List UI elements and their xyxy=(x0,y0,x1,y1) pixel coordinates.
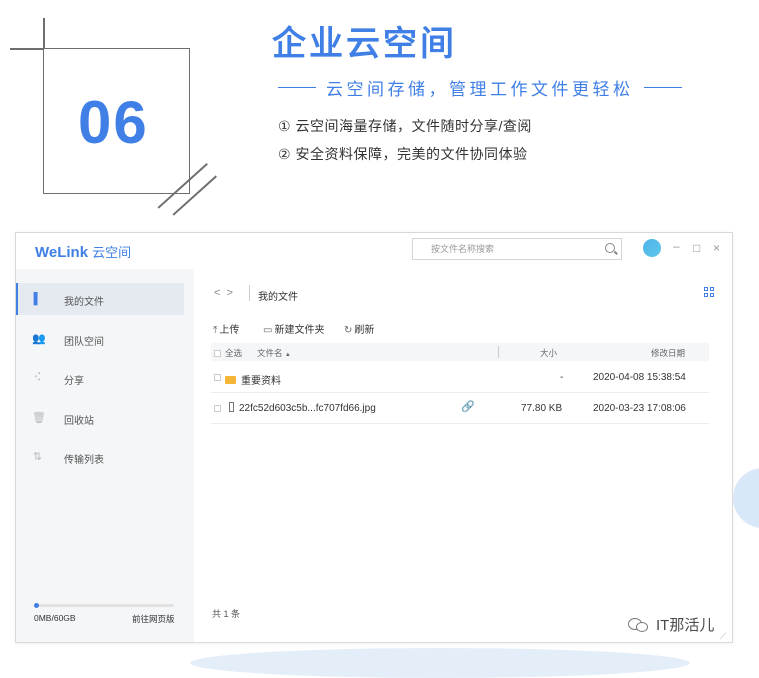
logo-subtext: 云空间 xyxy=(92,245,132,260)
avatar[interactable] xyxy=(643,239,661,257)
nav-arrows: <> xyxy=(214,287,239,299)
file-modified: 2020-03-23 17:08:06 xyxy=(593,403,686,414)
name-header-label: 文件名 xyxy=(257,348,283,358)
watermark: IT那活儿 xyxy=(628,614,714,635)
promo-point: ② 安全资料保障，完美的文件协同体验 xyxy=(278,146,528,162)
wechat-icon xyxy=(628,617,650,632)
new-folder-icon: ▭ xyxy=(263,325,273,336)
storage-usage: 0MB/60GB xyxy=(34,613,76,623)
table-header: 全选 文件名 ▲ 大小 修改日期 xyxy=(211,343,709,361)
sidebar-item-my-files[interactable]: ▌ 我的文件 xyxy=(16,283,184,315)
team-icon: 👥 xyxy=(32,333,46,345)
sidebar-item-recycle-bin[interactable]: 🗑 回收站 xyxy=(16,402,184,434)
table-row[interactable]: 重要资料 - 2020-04-08 15:38:54 xyxy=(211,362,709,393)
section-number: 06 xyxy=(78,89,149,156)
resize-grip-icon[interactable]: ⟋ xyxy=(720,631,726,642)
sort-asc-icon: ▲ xyxy=(284,352,291,358)
minimize-button[interactable]: – xyxy=(673,239,680,253)
close-button[interactable]: × xyxy=(713,241,720,255)
grid-view-icon[interactable] xyxy=(704,287,714,297)
search-input[interactable]: 按文件名称搜索 xyxy=(412,238,622,260)
column-header-size[interactable]: 大小 xyxy=(540,347,557,359)
title-bar: WeLink 云空间 按文件名称搜索 – □ × xyxy=(16,233,732,269)
watermark-text: IT那活儿 xyxy=(656,617,715,634)
storage-progress-fill xyxy=(34,603,39,608)
transfer-icon: ⇅ xyxy=(32,451,43,463)
web-version-link[interactable]: 前往网页版 xyxy=(132,613,175,625)
background-shape xyxy=(190,648,690,678)
file-name[interactable]: 重要资料 xyxy=(225,372,281,387)
subtitle-dash xyxy=(643,86,682,89)
promo-subtitle: 云空间存储，管理工作文件更轻松 xyxy=(278,75,692,100)
divider xyxy=(249,285,250,301)
subtitle-dash xyxy=(278,86,316,89)
file-icon: ▌ xyxy=(33,293,42,305)
link-icon[interactable]: 🔗 xyxy=(461,400,475,413)
file-icon xyxy=(229,402,234,413)
file-size: 77.80 KB xyxy=(521,403,563,414)
promo-subtitle-text: 云空间存储，管理工作文件更轻松 xyxy=(326,80,634,99)
sidebar-item-label: 团队空间 xyxy=(64,337,104,348)
table-row[interactable]: 22fc52d603c5b...fc707fd66.jpg 🔗 77.80 KB… xyxy=(211,393,709,424)
file-name-text: 重要资料 xyxy=(241,376,281,387)
trash-icon: 🗑 xyxy=(32,412,46,424)
back-button[interactable]: < xyxy=(214,287,226,299)
search-icon[interactable] xyxy=(605,243,615,253)
row-checkbox[interactable] xyxy=(214,372,225,383)
refresh-label: 刷新 xyxy=(354,325,375,336)
search-placeholder: 按文件名称搜索 xyxy=(431,244,495,254)
background-shape xyxy=(733,468,759,528)
row-checkbox[interactable] xyxy=(214,403,225,414)
maximize-button[interactable]: □ xyxy=(693,241,700,255)
column-divider xyxy=(498,346,499,358)
new-folder-button[interactable]: ▭ 新建文件夹 xyxy=(263,321,324,336)
new-folder-label: 新建文件夹 xyxy=(274,325,325,336)
sidebar: ▌ 我的文件 👥 团队空间 ⠪ 分享 🗑 回收站 ⇅ 传输列表 0MB/60GB… xyxy=(16,269,194,642)
column-header-modified[interactable]: 修改日期 xyxy=(651,347,685,359)
promo-point: ① 云空间海量存储，文件随时分享/查阅 xyxy=(278,118,532,134)
sidebar-item-label: 我的文件 xyxy=(64,297,104,308)
item-count: 共 1 条 xyxy=(212,609,241,619)
file-modified: 2020-04-08 15:38:54 xyxy=(593,372,686,383)
storage-progress-bar xyxy=(34,603,174,608)
share-icon: ⠪ xyxy=(33,372,42,384)
forward-button[interactable]: > xyxy=(226,287,238,299)
select-all-label: 全选 xyxy=(225,348,243,358)
file-name[interactable]: 22fc52d603c5b...fc707fd66.jpg xyxy=(229,402,376,414)
upload-label: 上传 xyxy=(219,325,240,336)
promo-title: 企业云空间 xyxy=(272,25,457,63)
logo-text: WeLink xyxy=(35,244,89,261)
upload-icon: ⤒ xyxy=(213,325,218,336)
folder-icon xyxy=(225,376,236,385)
main-panel: <> 我的文件 ⤒ 上传 ▭ 新建文件夹 ↻ 刷新 全选 文件名 ▲ 大小 修改日期 … xyxy=(194,269,732,642)
sidebar-item-label: 分享 xyxy=(64,376,84,387)
sidebar-item-team-space[interactable]: 👥 团队空间 xyxy=(16,323,184,355)
upload-button[interactable]: ⤒ 上传 xyxy=(213,321,239,336)
breadcrumb[interactable]: 我的文件 xyxy=(258,288,298,303)
sidebar-item-share[interactable]: ⠪ 分享 xyxy=(16,362,184,394)
select-all-checkbox[interactable]: 全选 xyxy=(214,347,242,359)
column-header-name[interactable]: 文件名 ▲ xyxy=(257,347,291,359)
refresh-icon: ↻ xyxy=(344,325,353,336)
sidebar-item-label: 传输列表 xyxy=(64,455,104,466)
app-logo: WeLink 云空间 xyxy=(35,242,131,261)
file-name-text: 22fc52d603c5b...fc707fd66.jpg xyxy=(239,403,376,414)
file-size: - xyxy=(560,372,564,383)
refresh-button[interactable]: ↻ 刷新 xyxy=(344,321,374,336)
frame-line xyxy=(10,48,44,50)
app-window: WeLink 云空间 按文件名称搜索 – □ × ▌ 我的文件 👥 团队空间 ⠪ … xyxy=(15,232,733,643)
sidebar-item-label: 回收站 xyxy=(64,416,94,427)
sidebar-item-transfer-list[interactable]: ⇅ 传输列表 xyxy=(16,441,184,473)
frame-line xyxy=(43,18,45,49)
